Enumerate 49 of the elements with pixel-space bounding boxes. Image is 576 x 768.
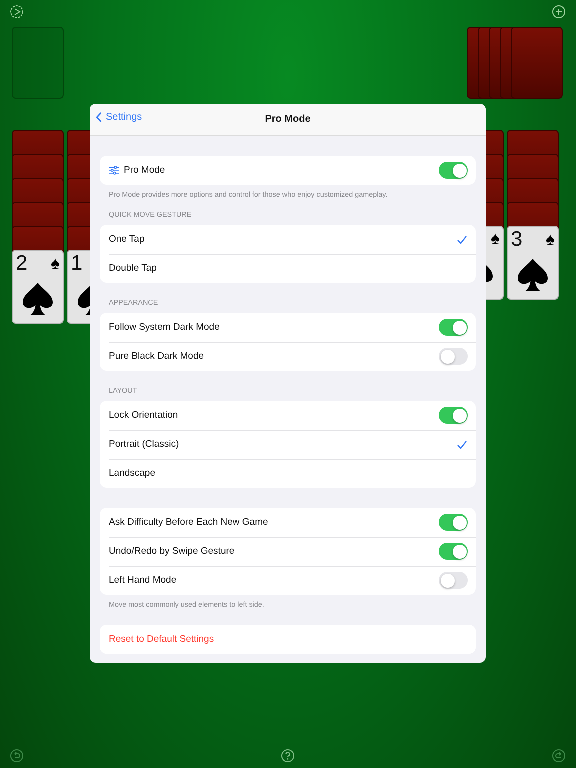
card-suit: ♠ — [490, 229, 500, 249]
sliders-icon — [109, 166, 119, 175]
toggle-switch[interactable] — [439, 348, 468, 365]
settings-row[interactable]: Lock Orientation — [100, 401, 476, 430]
plus-circle-icon[interactable] — [552, 5, 566, 19]
settings-row[interactable]: Landscape — [100, 459, 476, 488]
card-rank: 2 — [16, 253, 27, 275]
row-label: One Tap — [109, 234, 146, 245]
undo-icon[interactable] — [10, 749, 24, 763]
row-label: Follow System Dark Mode — [109, 322, 221, 333]
toggle-switch[interactable] — [439, 543, 468, 560]
row-label: Landscape — [109, 468, 156, 479]
toggle-switch[interactable] — [439, 319, 468, 336]
settings-row[interactable]: Undo/Redo by Swipe Gesture — [100, 537, 476, 566]
panel-title: Pro Mode — [265, 114, 311, 125]
row-label: Pure Black Dark Mode — [109, 351, 206, 362]
toggle-switch[interactable] — [439, 514, 468, 531]
settings-row[interactable]: Left Hand Mode — [100, 566, 476, 595]
row-label: Undo/Redo by Swipe Gesture — [109, 546, 236, 557]
redo-icon[interactable] — [552, 749, 566, 763]
spade-icon — [518, 259, 548, 292]
empty-card-slot — [12, 27, 64, 99]
row-label: Portrait (Classic) — [109, 439, 180, 450]
playing-card[interactable]: 3 ♠ — [507, 226, 559, 300]
settings-row[interactable]: Follow System Dark Mode — [100, 313, 476, 342]
settings-row[interactable]: Portrait (Classic) — [100, 430, 476, 459]
settings-row[interactable]: Double Tap — [100, 254, 476, 283]
back-button[interactable]: Settings — [96, 112, 142, 123]
spade-icon — [23, 283, 53, 316]
row-label: Ask Difficulty Before Each New Game — [109, 517, 270, 528]
settings-row[interactable]: Pro Mode — [100, 156, 476, 185]
card-suit: ♠ — [546, 230, 555, 250]
toggle-switch[interactable] — [439, 572, 468, 589]
toggle-switch[interactable] — [439, 407, 468, 424]
settings-row[interactable]: Pure Black Dark Mode — [100, 342, 476, 371]
card-rank: 1 — [71, 253, 82, 275]
row-label: Lock Orientation — [109, 410, 180, 421]
playing-card[interactable]: 2 ♠ — [12, 250, 64, 324]
settings-row[interactable]: One Tap — [100, 225, 476, 254]
help-icon[interactable] — [281, 749, 295, 763]
play-circle-icon[interactable] — [10, 5, 24, 19]
toggle-switch[interactable] — [439, 162, 468, 179]
row-label: Double Tap — [109, 263, 158, 274]
chevron-left-icon — [96, 112, 102, 123]
card-suit: ♠ — [50, 254, 60, 274]
row-label: Pro Mode — [124, 165, 166, 176]
row-label: Left Hand Mode — [109, 575, 178, 586]
card-rank: 3 — [511, 229, 522, 251]
settings-row[interactable]: Ask Difficulty Before Each New Game — [100, 508, 476, 537]
